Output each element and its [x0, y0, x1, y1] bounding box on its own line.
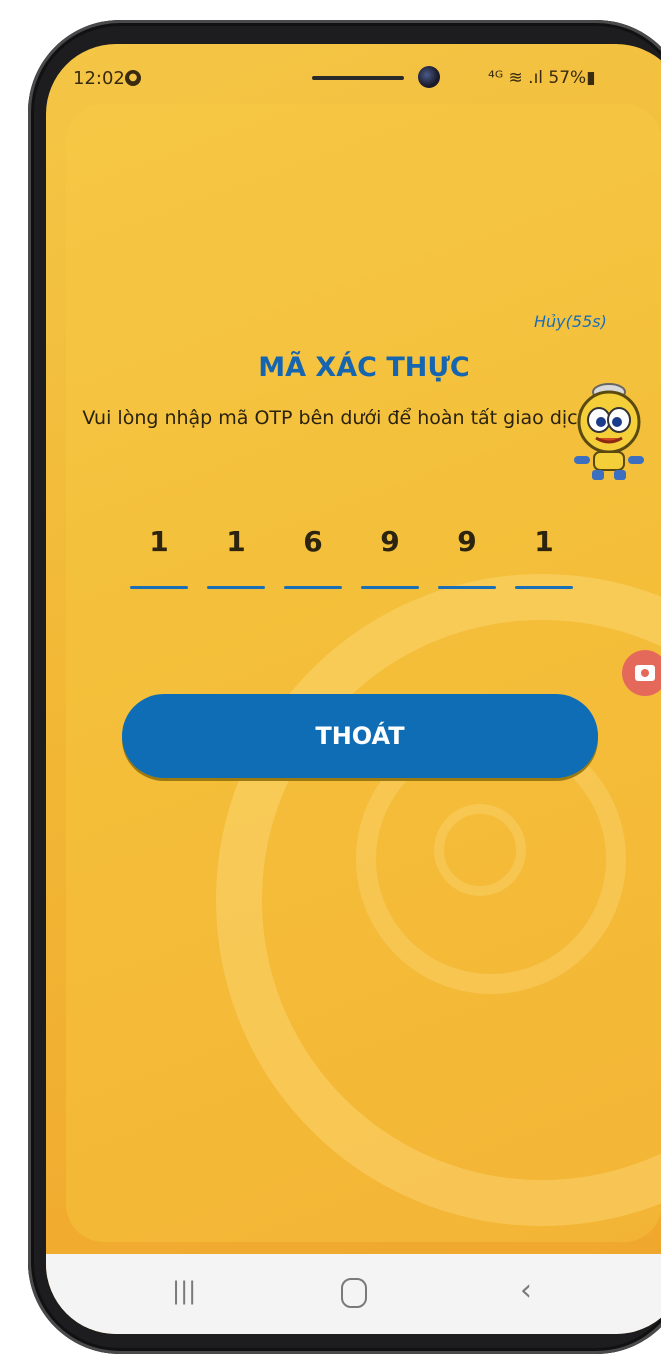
otp-digit: 1	[534, 525, 554, 558]
background-decoration-ring	[434, 804, 526, 896]
back-icon[interactable]: ‹	[520, 1274, 532, 1308]
otp-underline	[515, 586, 573, 589]
front-camera-icon	[418, 66, 440, 88]
navigation-bar: ||| ‹	[46, 1254, 661, 1334]
cancel-countdown-link[interactable]: Hủy(55s)	[534, 312, 607, 331]
otp-digit-box[interactable]: 1	[207, 522, 265, 592]
stage: 12:02 ● ⁴ᴳ ≋ .ıl 57%▮ Hủy(55s) MÃ XÁC TH…	[0, 0, 661, 1354]
otp-digit: 9	[457, 525, 477, 558]
otp-digit: 9	[380, 525, 400, 558]
otp-card: Hủy(55s) MÃ XÁC THỰC Vui lòng nhập mã OT…	[66, 104, 661, 1242]
otp-digit-box[interactable]: 9	[438, 522, 496, 592]
status-time: 12:02	[73, 68, 125, 89]
home-icon[interactable]	[341, 1278, 367, 1308]
page-title: MÃ XÁC THỰC	[258, 352, 470, 383]
speaker-grille	[312, 76, 404, 80]
otp-instruction: Vui lòng nhập mã OTP bên dưới để hoàn tấ…	[82, 407, 590, 429]
otp-underline	[361, 586, 419, 589]
status-indicators: ⁴ᴳ ≋ .ıl 57%▮	[488, 68, 596, 88]
otp-underline	[284, 586, 342, 589]
otp-digit: 1	[226, 525, 246, 558]
screen-record-icon[interactable]	[622, 650, 661, 696]
otp-digit-box[interactable]: 1	[515, 522, 573, 592]
camera-glyph	[635, 665, 655, 681]
phone-screen: 12:02 ● ⁴ᴳ ≋ .ıl 57%▮ Hủy(55s) MÃ XÁC TH…	[46, 44, 661, 1334]
otp-underline	[438, 586, 496, 589]
otp-digit-box[interactable]: 9	[361, 522, 419, 592]
exit-button[interactable]: THOÁT	[122, 694, 598, 778]
notification-dot-icon: ●	[125, 70, 141, 86]
otp-digit: 6	[303, 525, 323, 558]
robot-mascot-icon	[574, 383, 644, 480]
recent-apps-icon[interactable]: |||	[172, 1274, 196, 1308]
otp-digit-box[interactable]: 1	[130, 522, 188, 592]
otp-digit-box[interactable]: 6	[284, 522, 342, 592]
otp-digit: 1	[149, 525, 169, 558]
otp-input-group[interactable]: 1 1 6 9 9 1	[130, 522, 610, 602]
otp-underline	[130, 586, 188, 589]
otp-underline	[207, 586, 265, 589]
